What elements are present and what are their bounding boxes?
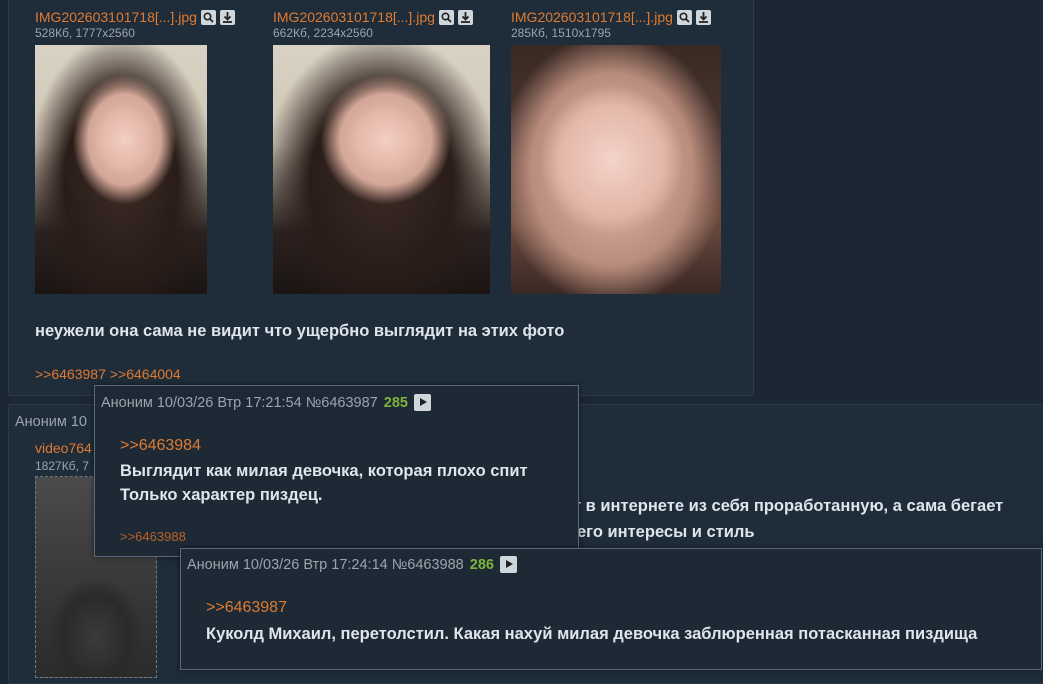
file-card-2: IMG202603101718[...].jpg 662Кб, 2234x256… (273, 9, 473, 40)
reply-link[interactable]: >>6464004 (110, 366, 181, 382)
file-name-link-2[interactable]: IMG202603101718[...].jpg (273, 9, 435, 25)
thumbnail-image-1[interactable] (35, 45, 207, 294)
thumbnail-image-2[interactable] (273, 45, 490, 294)
file-card-1: IMG202603101718[...].jpg 528Кб, 1777x256… (35, 9, 235, 40)
post-1: IMG202603101718[...].jpg 528Кб, 1777x256… (8, 0, 754, 396)
post-number-link[interactable]: №6463988 (392, 557, 464, 573)
reply-link[interactable]: >>6463988 (120, 529, 186, 544)
post-header: Аноним 10 (15, 414, 87, 430)
file-name-link[interactable]: video764 (35, 440, 92, 456)
popup-text-line-1: Выглядит как милая девочка, которая плох… (120, 462, 528, 480)
file-meta: 1827Кб, 7 (35, 459, 89, 473)
file-meta-2: 662Кб, 2234x2560 (273, 26, 373, 40)
file-card-video: video764 (35, 440, 92, 456)
post-text: неужели она сама не видит что ущербно вы… (35, 322, 565, 340)
search-icon[interactable] (676, 9, 692, 25)
file-meta-1: 528Кб, 1777x2560 (35, 26, 135, 40)
author-name: Аноним (101, 394, 153, 411)
post-text-line-1: т в интернете из себя проработанную, а с… (573, 497, 1004, 515)
author-name: Аноним 10 (15, 414, 87, 430)
quote-link[interactable]: >>6463984 (120, 437, 201, 455)
post-ordinal: 285 (383, 394, 408, 411)
author-name: Аноним (187, 556, 239, 573)
download-icon[interactable] (457, 9, 473, 25)
post-ordinal: 286 (469, 556, 494, 573)
download-icon[interactable] (695, 9, 711, 25)
popup-text-line-2: Только характер пиздец. (120, 486, 323, 504)
quote-link[interactable]: >>6463987 (206, 599, 287, 617)
file-name-link-1[interactable]: IMG202603101718[...].jpg (35, 9, 197, 25)
post-datetime: 10/03/26 Втр 17:21:54 (156, 394, 302, 411)
play-icon[interactable] (499, 556, 517, 573)
thumbnail-image-3[interactable] (511, 45, 721, 294)
reply-popup-1: Аноним 10/03/26 Втр 17:21:54 №6463987 28… (94, 385, 579, 557)
reply-popup-2: Аноним 10/03/26 Втр 17:24:14 №6463988 28… (180, 548, 1042, 670)
post-number-link[interactable]: №6463987 (306, 395, 378, 411)
reply-link[interactable]: >>6463987 (35, 366, 106, 382)
replies: >>6463987 >>6464004 (35, 366, 185, 382)
popup-header: Аноним 10/03/26 Втр 17:24:14 №6463988 28… (187, 556, 517, 573)
file-meta-3: 285Кб, 1510x1795 (511, 26, 611, 40)
search-icon[interactable] (200, 9, 216, 25)
file-name-link-3[interactable]: IMG202603101718[...].jpg (511, 9, 673, 25)
file-card-3: IMG202603101718[...].jpg 285Кб, 1510x179… (511, 9, 711, 40)
download-icon[interactable] (219, 9, 235, 25)
search-icon[interactable] (438, 9, 454, 25)
post-text-line-2: его интересы и стиль (577, 523, 755, 541)
post-datetime: 10/03/26 Втр 17:24:14 (242, 556, 388, 573)
play-icon[interactable] (413, 394, 431, 411)
popup-header: Аноним 10/03/26 Втр 17:21:54 №6463987 28… (101, 394, 431, 411)
popup-text-line-1: Куколд Михаил, перетолстил. Какая нахуй … (206, 625, 978, 643)
